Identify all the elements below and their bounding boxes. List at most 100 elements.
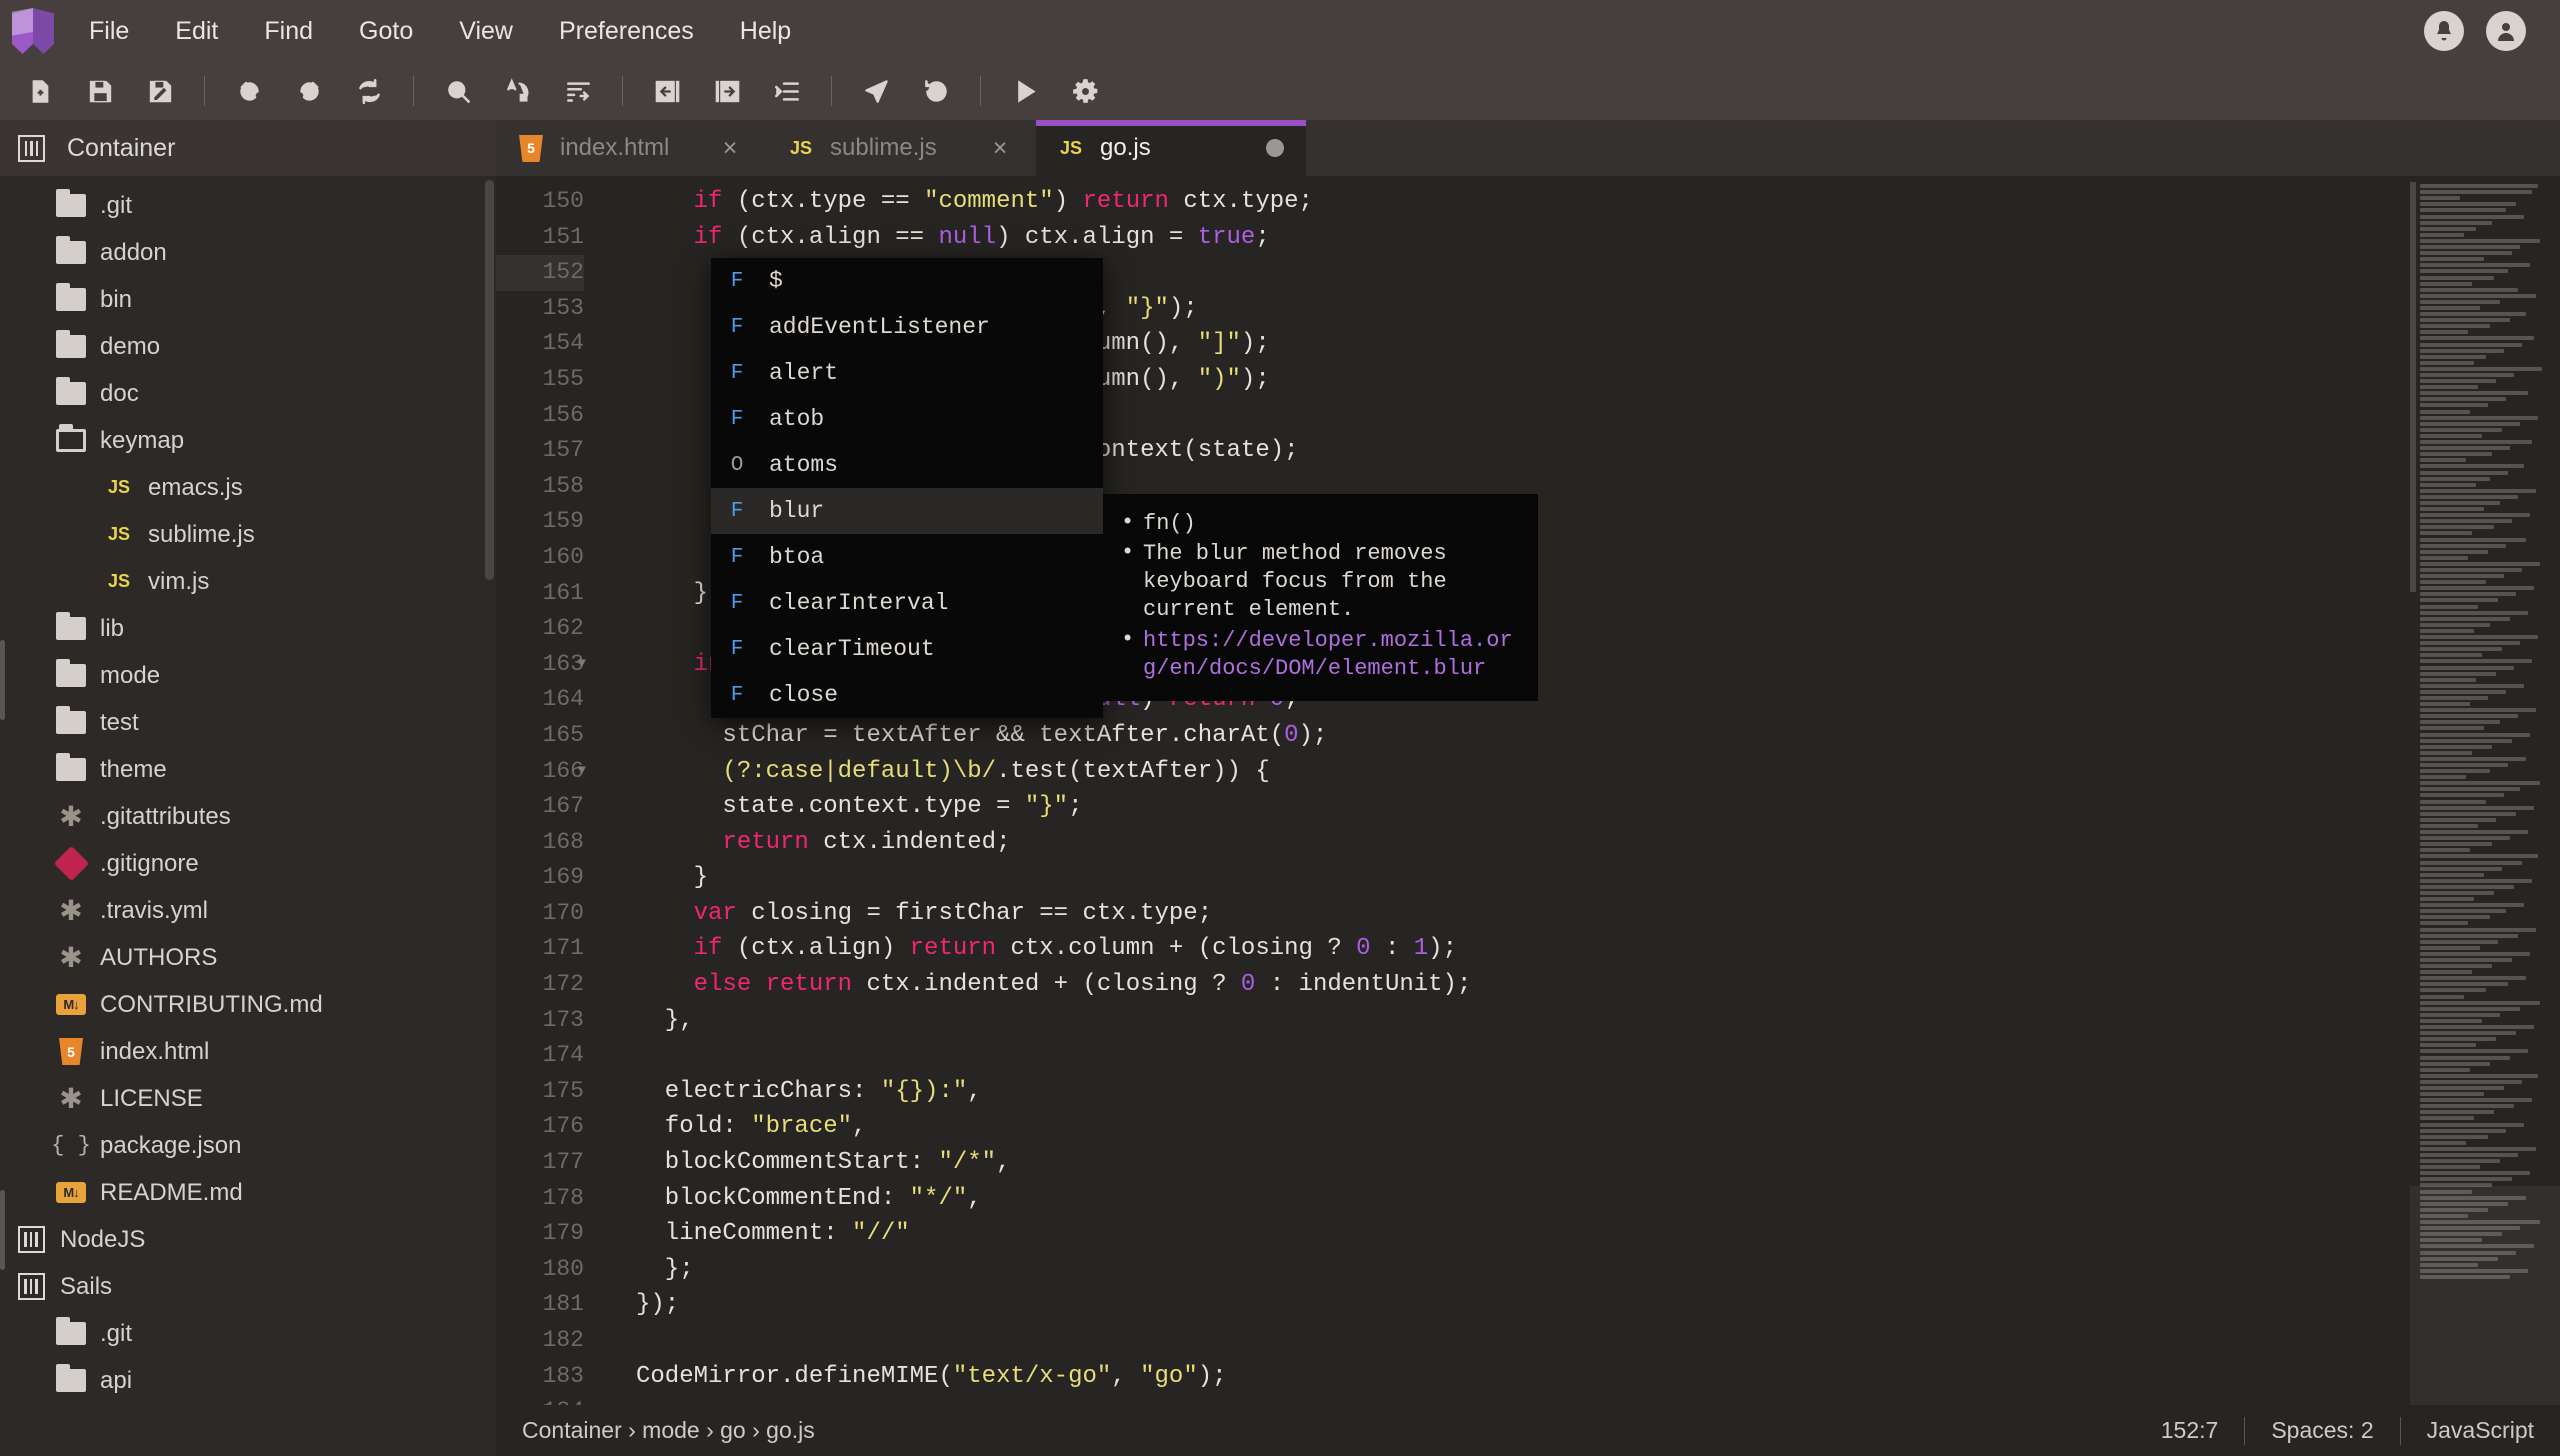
fold-arrow-icon[interactable]: ▼ [578,647,586,683]
tree-item-keymap[interactable]: keymap [0,417,496,464]
tree-item-emacs-js[interactable]: JSemacs.js [0,464,496,511]
tree-item-license[interactable]: ✱LICENSE [0,1075,496,1122]
tree-item-contributing-md[interactable]: M↓CONTRIBUTING.md [0,981,496,1028]
file-tree[interactable]: .gitaddonbindemodockeymapJSemacs.jsJSsub… [0,176,496,1456]
tree-item-travis-yml[interactable]: ✱.travis.yml [0,887,496,934]
code-line[interactable] [606,1323,2410,1359]
paper-plane-icon[interactable] [846,65,906,117]
tab-index-html[interactable]: 5index.html× [496,120,766,176]
sidebar-scrollbar[interactable] [485,180,494,580]
code-line[interactable]: if (ctx.align == null) ctx.align = true; [606,220,2410,256]
find-replace-icon[interactable] [488,65,548,117]
code-line[interactable]: }); [606,1287,2410,1323]
code-line[interactable]: CodeMirror.defineMIME("text/x-go", "go")… [606,1359,2410,1395]
status-cursor-position[interactable]: 152:7 [2161,1417,2219,1444]
new-file-icon[interactable] [10,65,70,117]
tab-close-icon[interactable]: × [986,134,1014,163]
menu-goto[interactable]: Goto [336,0,436,62]
tree-item-api[interactable]: api [0,1357,496,1404]
doc-url-link[interactable]: https://developer.mozilla.org/en/docs/DO… [1109,627,1520,683]
autocomplete-item[interactable]: Oatoms [711,442,1103,488]
tree-item-demo[interactable]: demo [0,323,496,370]
autocomplete-item[interactable]: FclearTimeout [711,626,1103,672]
autocomplete-item[interactable]: FaddEventListener [711,304,1103,350]
arrow-right-box-icon[interactable] [697,65,757,117]
tree-item-lib[interactable]: lib [0,605,496,652]
code-line[interactable]: return ctx.indented; [606,825,2410,861]
code-line[interactable]: } [606,860,2410,896]
list-arrow-icon[interactable] [548,65,608,117]
code-area[interactable]: 1501511521531541551561571581591601611621… [496,176,2560,1405]
autocomplete-item[interactable]: F$ [711,258,1103,304]
autocomplete-item[interactable]: Falert [711,350,1103,396]
tab-close-icon[interactable]: × [716,134,744,163]
code-line[interactable]: if (ctx.align) return ctx.column + (clos… [606,931,2410,967]
code-line[interactable]: if (ctx.type == "comment") return ctx.ty… [606,184,2410,220]
tree-item-package-json[interactable]: { }package.json [0,1122,496,1169]
menu-view[interactable]: View [436,0,536,62]
menu-file[interactable]: File [66,0,152,62]
tree-item-addon[interactable]: addon [0,229,496,276]
tree-item-theme[interactable]: theme [0,746,496,793]
tree-item-sublime-js[interactable]: JSsublime.js [0,511,496,558]
autocomplete-item[interactable]: Fatob [711,396,1103,442]
tree-item-doc[interactable]: doc [0,370,496,417]
indent-lines-icon[interactable] [757,65,817,117]
arrow-left-box-icon[interactable] [637,65,697,117]
redo-arrow-icon[interactable] [279,65,339,117]
tree-item-vim-js[interactable]: JSvim.js [0,558,496,605]
menu-help[interactable]: Help [717,0,814,62]
play-triangle-icon[interactable] [995,65,1055,117]
minimap-scrollbar[interactable] [2410,182,2416,592]
sidebar-resize-handle-b[interactable] [0,1190,5,1270]
code-line[interactable]: var closing = firstChar == ctx.type; [606,896,2410,932]
code-line[interactable]: fold: "brace", [606,1109,2410,1145]
autocomplete-item[interactable]: FclearInterval [711,580,1103,626]
user-avatar-icon[interactable] [2486,11,2526,51]
code-line[interactable] [606,1394,2410,1405]
status-indentation[interactable]: Spaces: 2 [2271,1417,2373,1444]
code-line[interactable]: }; [606,1252,2410,1288]
tree-item-nodejs[interactable]: NodeJS [0,1216,496,1263]
floppy-save-as-icon[interactable] [130,65,190,117]
code-line[interactable]: else return ctx.indented + (closing ? 0 … [606,967,2410,1003]
tree-item-bin[interactable]: bin [0,276,496,323]
tab-sublime-js[interactable]: JSsublime.js× [766,120,1036,176]
tree-item-test[interactable]: test [0,699,496,746]
minimap-viewport[interactable] [2410,1186,2560,1405]
autocomplete-item[interactable]: Fbtoa [711,534,1103,580]
code-line[interactable]: (?:case|default)\b/.test(textAfter)) { [606,754,2410,790]
menu-preferences[interactable]: Preferences [536,0,717,62]
code-minimap[interactable] [2410,176,2560,1405]
autocomplete-item[interactable]: Fclose [711,672,1103,718]
autocomplete-popup[interactable]: F$FaddEventListenerFalertFatobOatomsFblu… [711,258,1103,718]
code-line[interactable]: }, [606,1003,2410,1039]
code-line[interactable] [606,1038,2410,1074]
tree-item-git[interactable]: .git [0,182,496,229]
tree-item-mode[interactable]: mode [0,652,496,699]
tree-item-index-html[interactable]: 5index.html [0,1028,496,1075]
autocomplete-item[interactable]: Fblur [711,488,1103,534]
floppy-save-icon[interactable] [70,65,130,117]
code-line[interactable]: blockCommentEnd: "*/", [606,1181,2410,1217]
code-line[interactable]: state.context.type = "}"; [606,789,2410,825]
code-line[interactable]: lineComment: "//" [606,1216,2410,1252]
tab-go-js[interactable]: JSgo.js [1036,120,1306,176]
bell-icon[interactable] [2424,11,2464,51]
status-language[interactable]: JavaScript [2427,1417,2534,1444]
tree-item-gitattributes[interactable]: ✱.gitattributes [0,793,496,840]
menu-edit[interactable]: Edit [152,0,241,62]
menu-find[interactable]: Find [241,0,336,62]
undo-arrow-icon[interactable] [219,65,279,117]
clock-history-icon[interactable] [906,65,966,117]
refresh-icon[interactable] [339,65,399,117]
magnifier-icon[interactable] [428,65,488,117]
code-line[interactable]: blockCommentStart: "/*", [606,1145,2410,1181]
tree-item-gitignore[interactable]: .gitignore [0,840,496,887]
fold-arrow-icon[interactable]: ▼ [578,754,586,790]
code-line[interactable]: stChar = textAfter && textAfter.charAt(0… [606,718,2410,754]
code-line[interactable]: electricChars: "{}):", [606,1074,2410,1110]
sidebar-resize-handle-a[interactable] [0,640,5,720]
tree-item-authors[interactable]: ✱AUTHORS [0,934,496,981]
tree-item-sails[interactable]: Sails [0,1263,496,1310]
